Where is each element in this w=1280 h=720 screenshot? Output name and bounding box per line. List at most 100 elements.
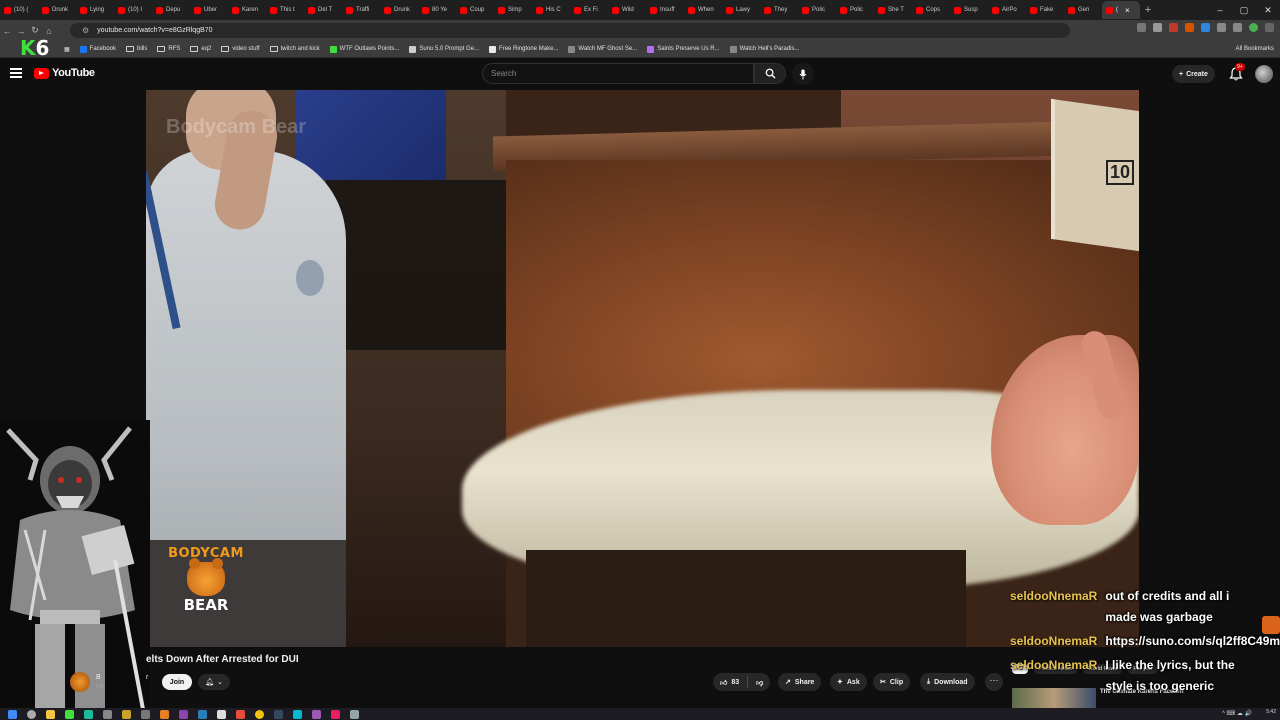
browser-tab[interactable]: Traffi bbox=[342, 1, 380, 19]
hamburger-menu-icon[interactable] bbox=[10, 68, 22, 78]
like-count[interactable]: 83 bbox=[731, 679, 739, 686]
channel-avatar[interactable] bbox=[70, 672, 90, 692]
bookmark-item[interactable]: Watch Hell's Paradis... bbox=[729, 45, 800, 53]
bookmark-item[interactable]: Suno 5.0 Prompt Ge... bbox=[409, 45, 479, 53]
cast-icon[interactable] bbox=[1137, 23, 1146, 32]
bookmark-item[interactable]: RFS bbox=[157, 46, 180, 52]
bookmark-item[interactable]: video stuff bbox=[221, 46, 260, 52]
more-actions-button[interactable]: ··· bbox=[985, 673, 1003, 691]
file-explorer-icon[interactable] bbox=[46, 709, 55, 719]
browser-tab[interactable]: She T bbox=[874, 1, 912, 19]
chrome-icon[interactable] bbox=[255, 709, 264, 719]
browser-tab[interactable]: Lawy bbox=[722, 1, 760, 19]
search-input[interactable]: Search bbox=[482, 63, 754, 84]
youtube-logo[interactable]: YouTube bbox=[34, 67, 95, 79]
video-player[interactable]: 10 Bodycam Bear bbox=[146, 90, 1139, 647]
browser-tab[interactable]: When bbox=[684, 1, 722, 19]
app-darkblue-icon[interactable] bbox=[274, 709, 283, 719]
bookmark-item[interactable]: twitch and kick bbox=[269, 46, 320, 52]
browser-tab[interactable]: Susp bbox=[950, 1, 988, 19]
download-button[interactable]: ⤓ Download bbox=[920, 673, 975, 691]
clip-button[interactable]: ✂ Clip bbox=[873, 673, 911, 691]
omnibox[interactable]: ⚙ youtube.com/watch?v=e8GzRlqgB70 bbox=[70, 23, 1070, 38]
extension-blue-icon[interactable] bbox=[1201, 23, 1210, 32]
bookmark-item[interactable]: bills bbox=[126, 46, 147, 52]
site-info-icon[interactable]: ⚙ bbox=[82, 26, 89, 35]
browser-tab[interactable]: Insuff bbox=[646, 1, 684, 19]
app-pink-icon[interactable] bbox=[331, 709, 340, 719]
browser-tab[interactable]: Polic bbox=[836, 1, 874, 19]
app-orange-icon[interactable] bbox=[160, 709, 169, 719]
apps-grid-icon[interactable]: ▦ bbox=[64, 46, 70, 53]
new-tab-button[interactable]: + bbox=[1140, 4, 1156, 16]
bookmark-item[interactable]: Watch MF Ghost Se... bbox=[568, 45, 637, 53]
media-icon[interactable] bbox=[1233, 23, 1242, 32]
thumbs-down-icon[interactable]: 👎︎ bbox=[756, 678, 763, 687]
browser-tab[interactable]: Uber bbox=[190, 1, 228, 19]
bookmark-item[interactable]: eq2 bbox=[190, 46, 211, 52]
system-tray[interactable]: ^ ⌨ ☁ 🔊 bbox=[1222, 710, 1252, 717]
minimize-button[interactable]: – bbox=[1208, 0, 1232, 20]
settings-icon[interactable] bbox=[103, 709, 112, 719]
browser-tab[interactable]: They bbox=[760, 1, 798, 19]
browser-tab[interactable]: (10) ( bbox=[0, 1, 38, 19]
ask-button[interactable]: ✦ Ask bbox=[830, 673, 867, 691]
bookmark-item[interactable]: Free Ringtone Make... bbox=[489, 45, 558, 53]
browser-tab[interactable]: Ex Fi bbox=[570, 1, 608, 19]
bookmark-item[interactable]: WTF Outlaws Points... bbox=[329, 45, 399, 53]
app-gray-icon[interactable] bbox=[141, 709, 150, 719]
subscription-bell-button[interactable]: 🔔︎ ⌄ bbox=[198, 674, 230, 690]
reload-icon[interactable]: ↻ bbox=[28, 25, 42, 36]
browser-tab[interactable]: This t bbox=[266, 1, 304, 19]
forward-arrow-icon[interactable]: → bbox=[14, 26, 28, 36]
home-icon[interactable]: ⌂ bbox=[42, 26, 56, 36]
app-red-icon[interactable] bbox=[236, 709, 245, 719]
create-button[interactable]: + Create bbox=[1172, 65, 1215, 83]
account-avatar[interactable] bbox=[1255, 65, 1273, 83]
browser-tab[interactable]: 80 Ye bbox=[418, 1, 456, 19]
browser-tab[interactable]: His C bbox=[532, 1, 570, 19]
browser-tab[interactable]: Lying bbox=[76, 1, 114, 19]
bookmark-item[interactable]: Saints Preserve Us R... bbox=[647, 45, 720, 53]
browser-tab[interactable]: Depu bbox=[152, 1, 190, 19]
channel-name[interactable]: B bbox=[96, 674, 101, 681]
app-teal-icon[interactable] bbox=[84, 709, 93, 719]
join-button[interactable]: Join bbox=[162, 674, 192, 690]
browser-tab[interactable]: Coup bbox=[456, 1, 494, 19]
share-button[interactable]: ↗ Share bbox=[778, 673, 822, 691]
browser-tab[interactable]: Wild bbox=[608, 1, 646, 19]
app-yellow-icon[interactable] bbox=[122, 709, 131, 719]
browser-tab[interactable]: AirPo bbox=[988, 1, 1026, 19]
browser-tab[interactable]: Cops bbox=[912, 1, 950, 19]
taskbar-clock[interactable]: 5:42 bbox=[1266, 709, 1276, 715]
browser-tab[interactable]: Drunk bbox=[380, 1, 418, 19]
chrome-menu-icon[interactable] bbox=[1265, 23, 1274, 32]
voice-search-button[interactable] bbox=[792, 63, 814, 85]
app-gear-icon[interactable] bbox=[350, 709, 359, 719]
browser-tab[interactable]: Simp bbox=[494, 1, 532, 19]
browser-tab[interactable]: (10) I bbox=[114, 1, 152, 19]
extension-shield-icon[interactable] bbox=[1185, 23, 1194, 32]
back-arrow-icon[interactable]: ← bbox=[0, 26, 14, 36]
search-icon[interactable] bbox=[27, 709, 36, 719]
maximize-button[interactable]: ▢ bbox=[1232, 0, 1256, 20]
search-button[interactable] bbox=[754, 63, 786, 84]
thumbs-up-icon[interactable]: 👍︎ bbox=[720, 678, 727, 687]
all-bookmarks[interactable]: All Bookmarks bbox=[1236, 41, 1274, 58]
app-white-icon[interactable] bbox=[217, 709, 226, 719]
browser-tab[interactable]: Karen bbox=[228, 1, 266, 19]
close-tab-icon[interactable]: × bbox=[1125, 6, 1130, 15]
browser-tab[interactable]: Fake bbox=[1026, 1, 1064, 19]
browser-tab[interactable]: Gen bbox=[1064, 1, 1102, 19]
app-purple-icon[interactable] bbox=[179, 709, 188, 719]
extension-red-icon[interactable] bbox=[1169, 23, 1178, 32]
browser-tab[interactable]: (× bbox=[1102, 1, 1140, 19]
star-icon[interactable] bbox=[1153, 23, 1162, 32]
browser-tab[interactable]: Polic bbox=[798, 1, 836, 19]
close-window-button[interactable]: ✕ bbox=[1256, 0, 1280, 20]
browser-tab[interactable]: Del T bbox=[304, 1, 342, 19]
app-violet-icon[interactable] bbox=[312, 709, 321, 719]
bookmark-item[interactable]: Facebook bbox=[79, 45, 116, 53]
app-green-icon[interactable] bbox=[65, 709, 74, 719]
extension-puzzle-icon[interactable] bbox=[1217, 23, 1226, 32]
